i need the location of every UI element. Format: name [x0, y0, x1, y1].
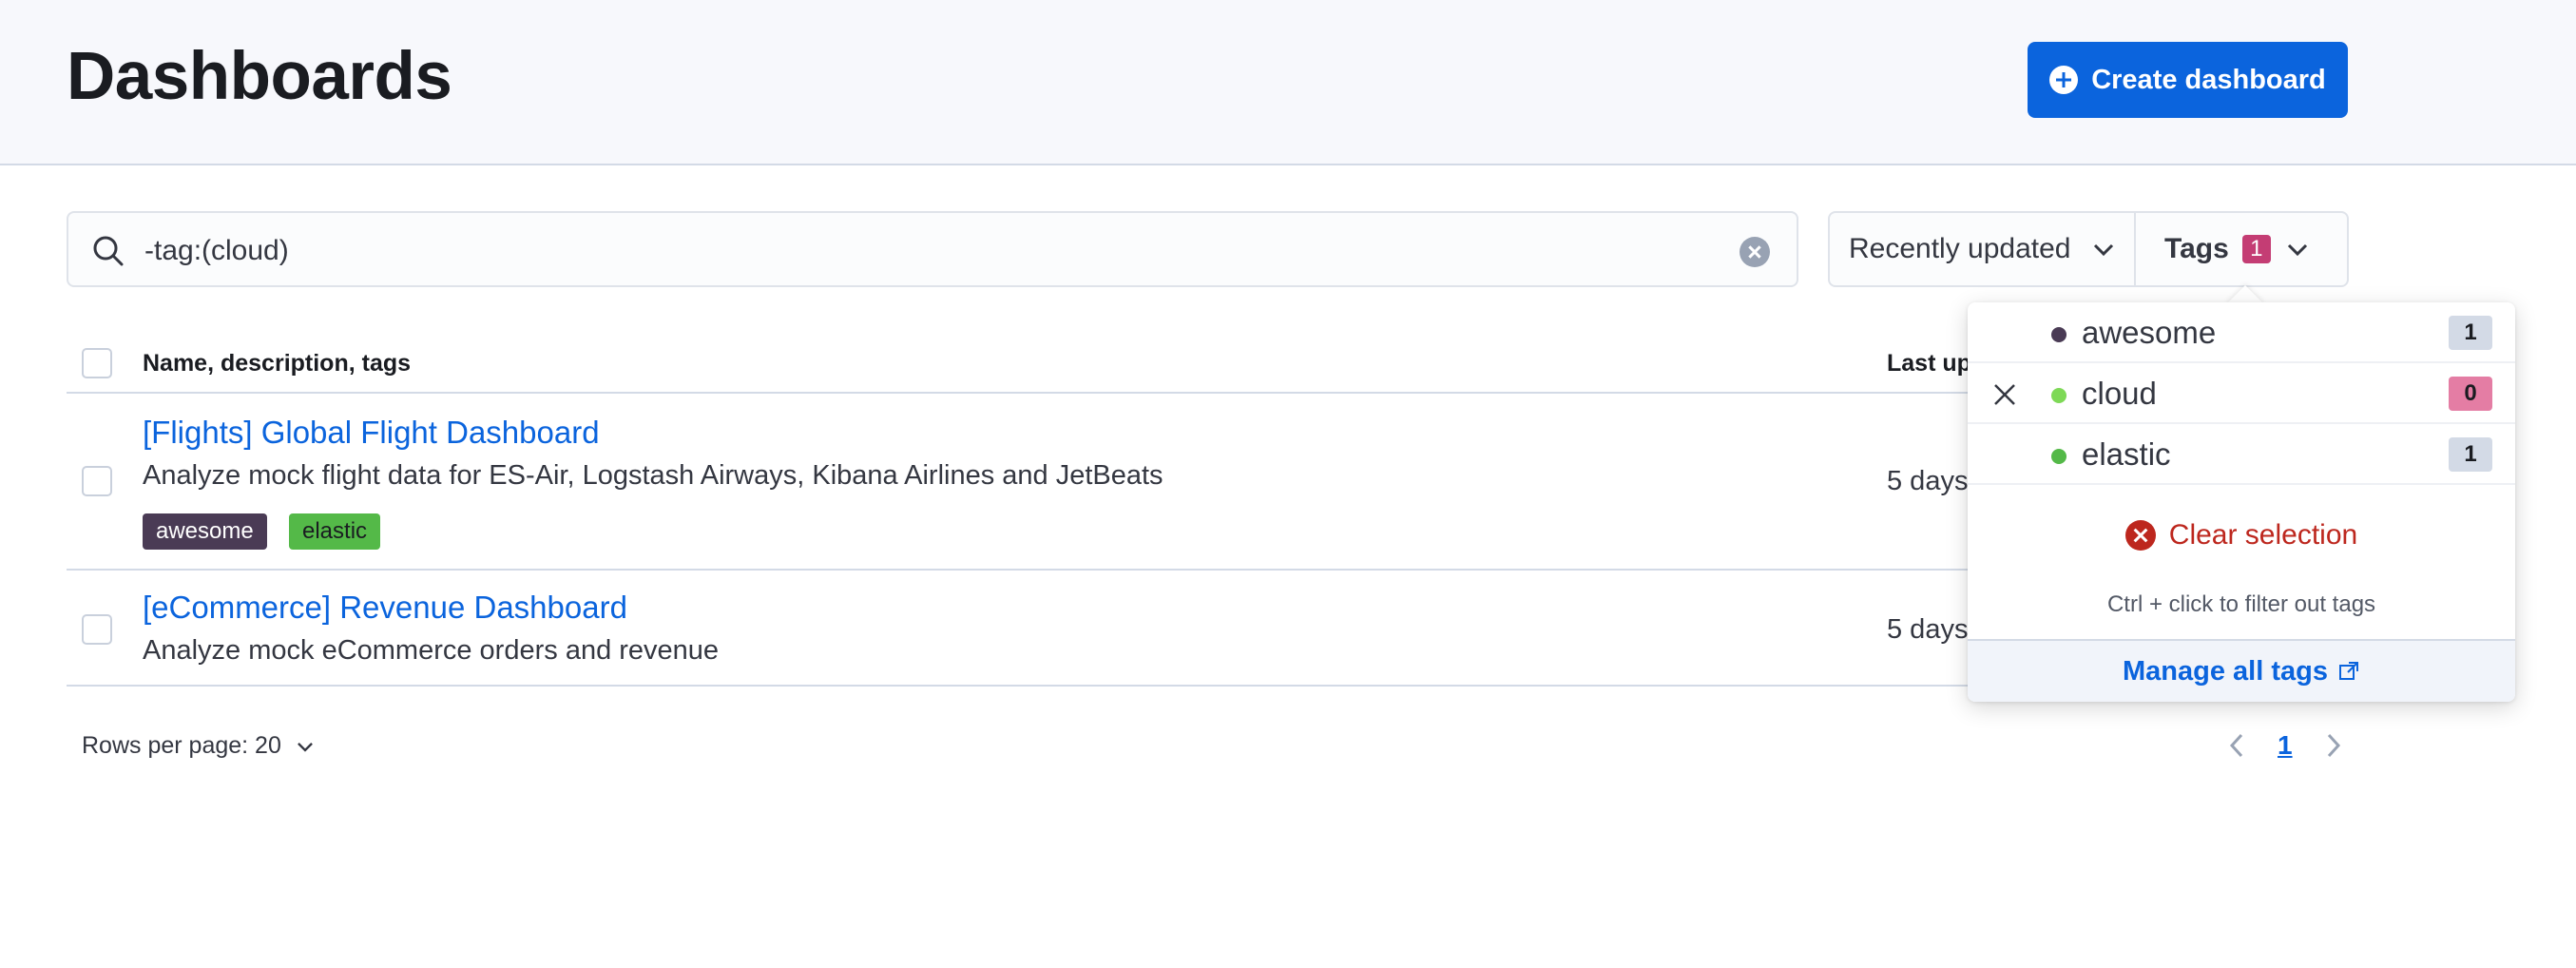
tag-color-dot — [2051, 327, 2067, 342]
chevron-right-icon[interactable] — [2321, 731, 2346, 760]
error-circle-icon — [2124, 520, 2156, 551]
manage-all-tags-label: Manage all tags — [2123, 655, 2328, 687]
tag-color-dot — [2051, 388, 2067, 403]
clear-selection-button[interactable]: Clear selection — [1968, 519, 2515, 552]
exclude-x-icon — [1994, 384, 2015, 405]
external-link-icon — [2338, 662, 2358, 680]
pagination: 1 — [2224, 730, 2346, 761]
tag-option-label: cloud — [2082, 376, 2157, 411]
tag-option-cloud[interactable]: cloud 0 — [1968, 363, 2515, 424]
tags-popover: awesome 1 cloud 0 elastic 1 Clear select… — [1968, 302, 2515, 702]
dashboard-title-link[interactable]: [eCommerce] Revenue Dashboard — [143, 590, 627, 626]
tags-filter-button[interactable]: Tags 1 — [2136, 213, 2347, 285]
rows-per-page-label: Rows per page: 20 — [82, 732, 281, 759]
tag-count-badge: 1 — [2449, 437, 2492, 472]
page-title: Dashboards — [67, 39, 452, 114]
filter-hint: Ctrl + click to filter out tags — [2106, 591, 2376, 617]
column-header-name[interactable]: Name, description, tags — [143, 350, 411, 378]
tag-color-dot — [2051, 449, 2067, 464]
search-input[interactable]: -tag:(cloud) — [67, 211, 1798, 287]
last-updated-value: 5 days — [1887, 466, 1969, 496]
chevron-down-icon — [2093, 243, 2113, 257]
select-all-checkbox[interactable] — [82, 348, 112, 378]
tag-option-elastic[interactable]: elastic 1 — [1968, 424, 2515, 485]
tag-badge-awesome[interactable]: awesome — [143, 513, 267, 550]
dashboard-description: Analyze mock flight data for ES-Air, Log… — [143, 460, 1163, 491]
search-value: -tag:(cloud) — [144, 235, 289, 266]
search-icon — [93, 236, 124, 266]
create-dashboard-button[interactable]: Create dashboard — [2028, 42, 2348, 118]
plus-circle-icon — [2049, 66, 2079, 94]
clear-selection-label: Clear selection — [2168, 519, 2358, 551]
row-checkbox[interactable] — [82, 614, 112, 645]
tag-badge-elastic[interactable]: elastic — [289, 513, 381, 550]
manage-all-tags-link[interactable]: Manage all tags — [1968, 639, 2515, 702]
chevron-down-icon — [2287, 243, 2307, 257]
clear-search-icon[interactable] — [1740, 237, 1770, 267]
chevron-down-icon — [297, 742, 313, 752]
tags-label: Tags — [2164, 233, 2229, 264]
rows-per-page-button[interactable]: Rows per page: 20 — [82, 732, 316, 760]
tag-count-badge: 0 — [2449, 377, 2492, 411]
dashboard-description: Analyze mock eCommerce orders and revenu… — [143, 635, 720, 666]
sort-dropdown[interactable]: Recently updated — [1830, 213, 2136, 285]
tag-count-badge: 1 — [2449, 316, 2492, 350]
create-dashboard-label: Create dashboard — [2091, 64, 2326, 95]
last-updated-value: 5 days — [1887, 614, 1969, 645]
tag-option-label: awesome — [2082, 315, 2217, 350]
page-header: Dashboards Create dashboard — [0, 0, 2576, 165]
dashboard-title-link[interactable]: [Flights] Global Flight Dashboard — [143, 415, 600, 451]
tag-option-awesome[interactable]: awesome 1 — [1968, 302, 2515, 363]
page-number-button[interactable]: 1 — [2278, 730, 2293, 761]
tag-option-label: elastic — [2082, 436, 2171, 472]
sort-label: Recently updated — [1849, 233, 2071, 264]
tags-active-count-badge: 1 — [2241, 235, 2271, 263]
row-checkbox[interactable] — [82, 466, 112, 496]
popover-arrow — [2226, 285, 2264, 304]
filter-group: Recently updated Tags 1 — [1828, 211, 2349, 287]
chevron-left-icon[interactable] — [2224, 731, 2249, 760]
